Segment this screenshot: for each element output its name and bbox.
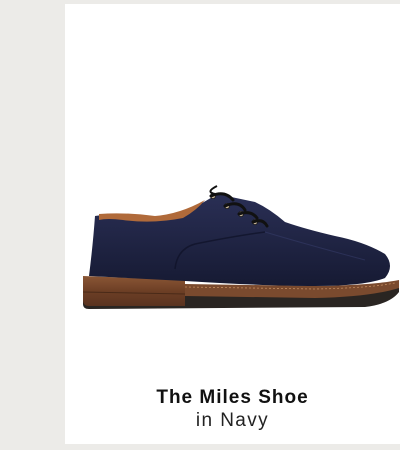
product-image[interactable]	[65, 4, 400, 364]
shoe-icon	[82, 185, 399, 309]
product-caption: The Miles Shoe in Navy	[65, 387, 400, 432]
product-card[interactable]: The Miles Shoe in Navy	[65, 4, 400, 444]
product-name[interactable]: The Miles Shoe	[65, 387, 400, 409]
product-variant: in Navy	[195, 410, 270, 431]
